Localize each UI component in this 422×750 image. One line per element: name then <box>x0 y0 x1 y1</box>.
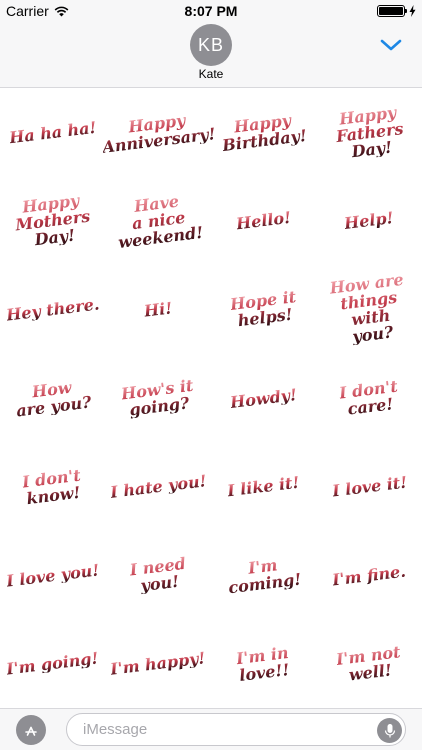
sticker[interactable]: I love it! <box>317 442 422 531</box>
message-input-bar <box>0 708 422 750</box>
sticker[interactable]: Hello! <box>211 177 317 266</box>
chevron-down-icon[interactable] <box>380 38 402 52</box>
conversation-header: Carrier 8:07 PM KB Kate <box>0 0 422 88</box>
contact-avatar[interactable]: KB <box>190 24 232 66</box>
sticker-label: Hello! <box>235 208 293 234</box>
sticker-label: Hey there. <box>5 294 101 325</box>
sticker[interactable]: Happy Mothers Day! <box>0 177 106 266</box>
sticker[interactable]: I like it! <box>211 442 317 531</box>
sticker-label: I'm happy! <box>109 648 207 680</box>
sticker-label: Help! <box>343 208 396 234</box>
status-bar: Carrier 8:07 PM <box>0 0 422 22</box>
sticker[interactable]: I'm in love!! <box>211 620 317 709</box>
battery-level <box>379 7 403 15</box>
sticker[interactable]: Ha ha ha! <box>0 88 106 177</box>
avatar-initials: KB <box>197 34 224 55</box>
status-right <box>377 5 416 17</box>
sticker-label: I hate you! <box>109 471 208 503</box>
sticker-label: I need you! <box>108 552 209 598</box>
sticker-label: I love you! <box>5 560 101 591</box>
sticker[interactable]: Hi! <box>106 265 212 354</box>
sticker-label: Happy Fathers Day! <box>318 101 421 164</box>
app-store-icon <box>25 726 37 736</box>
sticker[interactable]: I'm not well! <box>317 620 422 709</box>
sticker-label: I love it! <box>330 472 408 501</box>
sticker[interactable]: Happy Fathers Day! <box>317 88 422 177</box>
sticker-label: I'm going! <box>5 648 100 679</box>
sticker[interactable]: Happy Anniversary! <box>102 88 217 177</box>
sticker[interactable]: I hate you! <box>106 442 212 531</box>
sticker-label: I don't care! <box>337 376 399 419</box>
sticker[interactable]: I'm going! <box>0 620 106 709</box>
microphone-button[interactable] <box>377 718 402 743</box>
status-left: Carrier <box>6 3 69 19</box>
sticker-label: How are you? <box>15 377 93 421</box>
sticker-label: Happy Anniversary! <box>100 108 217 157</box>
app-store-button[interactable] <box>16 715 46 745</box>
sticker-label: Hi! <box>143 298 174 321</box>
sticker[interactable]: Hope it helps! <box>211 265 317 354</box>
sticker[interactable]: Hey there. <box>0 265 106 354</box>
sticker-label: Happy Mothers Day! <box>1 190 104 253</box>
sticker-label: I like it! <box>226 472 301 501</box>
contact-name[interactable]: Kate <box>0 67 422 81</box>
sticker[interactable]: I'm fine. <box>317 531 422 620</box>
sticker-label: I'm coming! <box>213 552 314 598</box>
sticker-label: Happy Birthday! <box>221 110 309 156</box>
sticker-label: Hope it helps! <box>228 287 297 331</box>
sticker-label: I don't know! <box>21 465 83 508</box>
sticker-label: How's it going? <box>120 375 195 420</box>
carrier-label: Carrier <box>6 3 49 19</box>
sticker-label: I'm fine. <box>331 561 408 590</box>
sticker[interactable]: How are things with you? <box>317 265 422 354</box>
sticker-grid: Ha ha ha! Happy Anniversary! Happy Birthda… <box>0 88 422 708</box>
sticker[interactable]: I love you! <box>0 531 106 620</box>
sticker[interactable]: Howdy! <box>211 354 317 443</box>
sticker[interactable]: Help! <box>317 177 422 266</box>
sticker[interactable]: I'm coming! <box>211 531 317 620</box>
sticker[interactable]: How's it going? <box>106 354 212 443</box>
battery-icon <box>377 5 407 17</box>
sticker[interactable]: I don't care! <box>317 354 422 443</box>
sticker-label: I'm not well! <box>335 642 402 685</box>
sticker[interactable]: How are you? <box>0 354 106 443</box>
sticker-label: Howdy! <box>229 384 299 412</box>
charging-bolt-icon <box>409 5 416 17</box>
wifi-icon <box>54 6 69 16</box>
sticker[interactable]: I need you! <box>106 531 212 620</box>
sticker-label: I'm in love!! <box>235 642 291 685</box>
sticker[interactable]: Happy Birthday! <box>211 88 317 177</box>
sticker-label: How are things with you? <box>317 270 422 349</box>
microphone-icon <box>384 723 395 737</box>
sticker-label: Have a nice weekend! <box>113 190 204 253</box>
sticker[interactable]: Have a nice weekend! <box>106 177 212 266</box>
sticker[interactable]: I'm happy! <box>106 620 212 709</box>
sticker-label: Ha ha ha! <box>8 117 98 148</box>
imessage-input[interactable] <box>66 713 406 746</box>
sticker[interactable]: I don't know! <box>0 442 106 531</box>
